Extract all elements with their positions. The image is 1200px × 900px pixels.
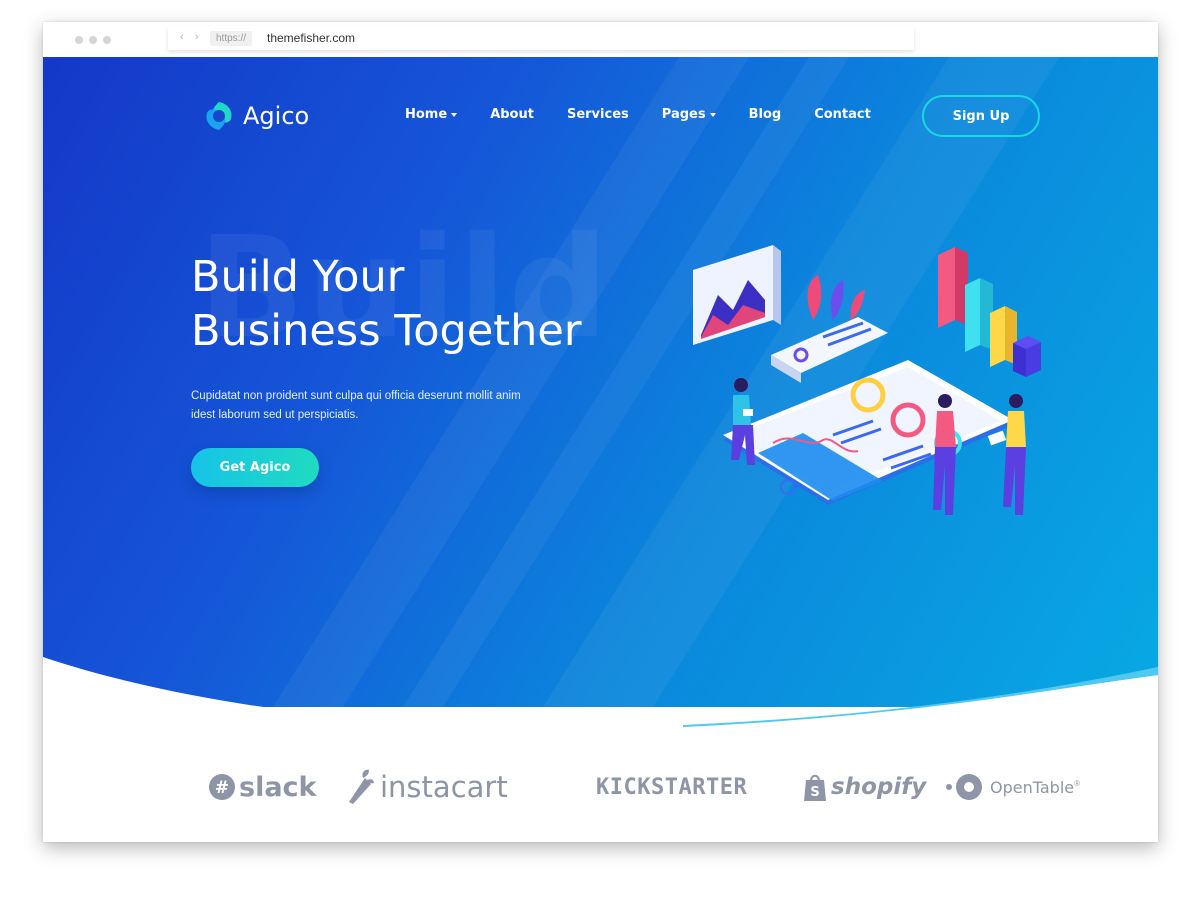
url-protocol: https:// <box>210 31 253 46</box>
carrot-logo-icon <box>349 769 374 804</box>
nav-item-about[interactable]: About <box>490 107 534 122</box>
minimize-window-dot[interactable] <box>89 36 97 44</box>
browser-toolbar: ‹ › https:// themefisher.com <box>43 22 1158 58</box>
nav-label: Contact <box>814 107 871 122</box>
brand-logo-opentable[interactable]: OpenTable ® <box>945 765 1080 809</box>
close-window-dot[interactable] <box>75 36 83 44</box>
list-card-icon <box>771 317 888 383</box>
nav-label: About <box>490 107 534 122</box>
brand-logo-slack[interactable]: # slack <box>208 765 317 809</box>
address-bar[interactable]: ‹ › https:// themefisher.com <box>168 26 914 50</box>
plant-leaves-icon <box>807 275 865 320</box>
sign-up-button[interactable]: Sign Up <box>922 95 1040 137</box>
hero-subtitle: Cupidatat non proident sunt culpa qui of… <box>191 390 521 421</box>
browser-window: ‹ › https:// themefisher.com Build Agico… <box>43 22 1158 842</box>
isometric-dashboard-illustration-icon <box>693 245 1041 515</box>
site-logo[interactable]: Agico <box>202 99 309 133</box>
get-agico-button[interactable]: Get Agico <box>191 448 319 487</box>
nav-label: Services <box>566 107 629 122</box>
brand-name: instacart <box>380 770 508 804</box>
nav-label: Pages <box>661 107 706 122</box>
url-text[interactable]: themefisher.com <box>267 31 355 45</box>
brand-name: slack <box>239 771 317 803</box>
nav-item-contact[interactable]: Contact <box>814 107 871 122</box>
brand-name: Agico <box>243 102 310 130</box>
hero-title-line: Build Your <box>191 252 405 302</box>
nav-item-services[interactable]: Services <box>567 107 629 122</box>
maximize-window-dot[interactable] <box>103 36 111 44</box>
nav-label: Home <box>405 107 448 122</box>
brand-logo-kickstarter[interactable]: KICKSTARTER <box>596 765 747 809</box>
brand-logo-shopify[interactable]: S shopify <box>803 765 926 809</box>
main-nav: Home About Services Pages Blog Contact <box>405 107 904 122</box>
hero-section: Build Agico Home About Services Pages Bl… <box>43 57 1158 737</box>
window-controls <box>75 36 111 44</box>
client-logos-strip: # slack instacart KICKSTARTER S shopify … <box>203 765 1080 809</box>
slack-logo-icon: # <box>209 774 235 800</box>
svg-text:S: S <box>810 785 819 800</box>
opentable-dot-logo-icon <box>946 774 982 800</box>
brand-logo-instacart[interactable]: instacart <box>343 765 508 809</box>
hero-title: Build Your Business Together <box>191 250 661 358</box>
hero-title-line: Business Together <box>191 306 582 356</box>
nav-label: Blog <box>748 107 782 122</box>
tablet-icon <box>723 360 1013 505</box>
brand-name: shopify <box>831 774 927 800</box>
bar-chart-icon <box>938 247 1041 377</box>
area-chart-card-icon <box>693 245 781 345</box>
chevron-down-icon <box>451 112 458 117</box>
nav-item-blog[interactable]: Blog <box>749 107 782 122</box>
back-forward-icon[interactable]: ‹ › <box>180 31 202 43</box>
shopping-bag-logo-icon: S <box>804 774 826 801</box>
chevron-down-icon <box>709 112 716 117</box>
agico-logo-icon <box>206 102 232 130</box>
svg-text:#: # <box>215 778 229 798</box>
web-page: Build Agico Home About Services Pages Bl… <box>43 57 1158 842</box>
brand-name: KICKSTARTER <box>596 774 748 800</box>
brand-name: OpenTable <box>990 777 1075 797</box>
registered-mark: ® <box>1074 778 1081 788</box>
nav-item-pages[interactable]: Pages <box>662 107 716 122</box>
nav-item-home[interactable]: Home <box>405 107 458 122</box>
